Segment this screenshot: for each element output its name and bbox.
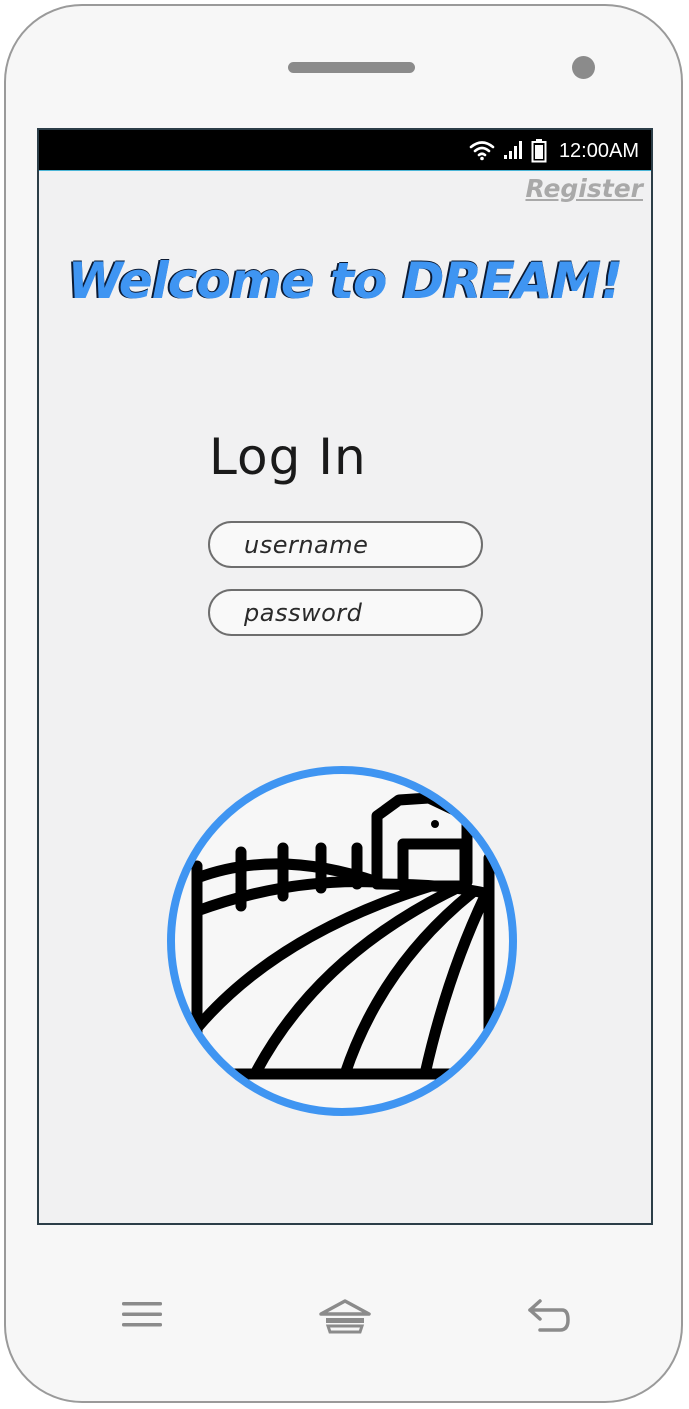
navigation-bar — [0, 1280, 689, 1360]
login-title: Log In — [209, 428, 367, 486]
password-field[interactable]: password — [208, 589, 483, 636]
password-placeholder: password — [244, 599, 363, 627]
username-field[interactable]: username — [208, 521, 483, 568]
farm-field-icon — [167, 766, 517, 1116]
signal-icon — [504, 141, 522, 159]
welcome-title: Welcome to DREAM! — [67, 252, 623, 310]
username-placeholder: username — [244, 531, 369, 559]
battery-icon — [531, 139, 547, 163]
app-screen: 12:00AM Register Welcome to DREAM! Log I… — [37, 128, 653, 1225]
phone-speaker — [288, 62, 415, 73]
phone-camera — [572, 56, 595, 79]
register-link[interactable]: Register — [525, 174, 643, 203]
back-icon[interactable] — [526, 1298, 572, 1334]
status-time: 12:00AM — [558, 140, 639, 162]
home-icon[interactable] — [318, 1298, 372, 1334]
menu-icon[interactable] — [120, 1300, 164, 1330]
wifi-icon — [469, 141, 495, 161]
status-bar: 12:00AM — [39, 130, 651, 171]
